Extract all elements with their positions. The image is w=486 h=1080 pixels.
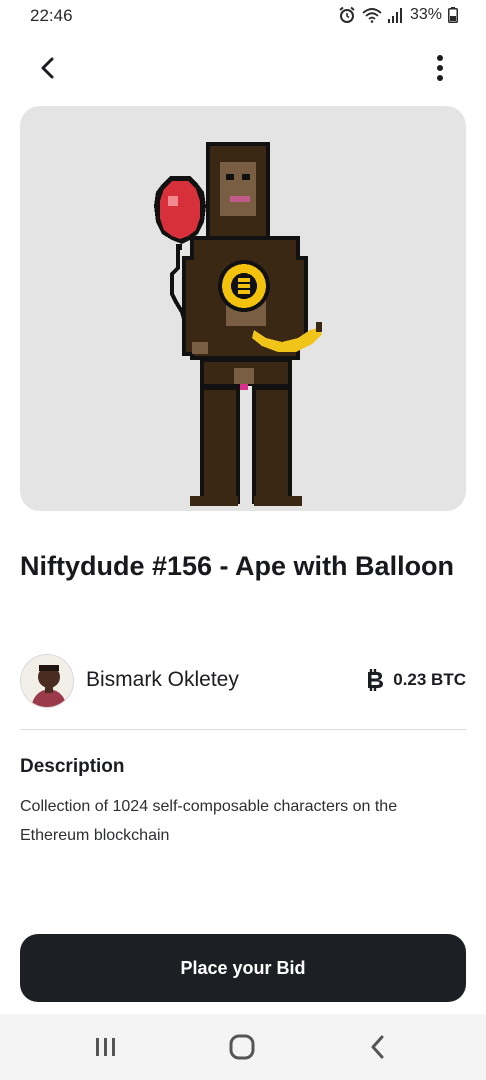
price-value: 0.23 BTC (393, 670, 466, 689)
battery-percent: 33% (409, 6, 442, 23)
status-bar: 22:46 33% (0, 0, 486, 34)
recents-button[interactable] (86, 1032, 126, 1062)
status-time: 22:46 (30, 6, 73, 25)
description-text: Collection of 1024 self-composable chara… (20, 798, 398, 844)
system-nav-bar (0, 1014, 486, 1080)
more-options-button[interactable] (428, 50, 452, 86)
pixel-ape-with-balloon-image (154, 142, 322, 506)
top-nav (0, 44, 486, 92)
owner-row: Bismark Okletey 0.23 BTC (20, 654, 466, 708)
signal-icon (387, 7, 404, 23)
place-bid-button[interactable]: Place your Bid (20, 934, 466, 1002)
avatar-image (21, 655, 73, 707)
back-button[interactable] (30, 50, 66, 86)
price: 0.23 BTC (365, 668, 466, 692)
description-heading: Description (20, 756, 125, 777)
system-back-button[interactable] (358, 1032, 398, 1062)
home-icon (229, 1034, 255, 1060)
user-avatar[interactable] (20, 654, 74, 708)
divider (20, 729, 466, 730)
bitcoin-icon (368, 669, 384, 691)
home-button[interactable] (222, 1032, 262, 1062)
nft-title: Niftydude #156 - Ape with Balloon (20, 551, 455, 581)
more-vertical-icon (437, 55, 443, 81)
wifi-icon (362, 7, 382, 23)
alarm-icon (338, 6, 356, 24)
battery-icon (448, 7, 458, 23)
status-icons: 33% (338, 6, 458, 24)
nft-image-card[interactable] (20, 106, 466, 511)
chevron-left-icon (41, 57, 54, 79)
recents-icon (96, 1038, 115, 1056)
owner-name[interactable]: Bismark Okletey (86, 668, 239, 692)
back-icon (371, 1035, 384, 1059)
